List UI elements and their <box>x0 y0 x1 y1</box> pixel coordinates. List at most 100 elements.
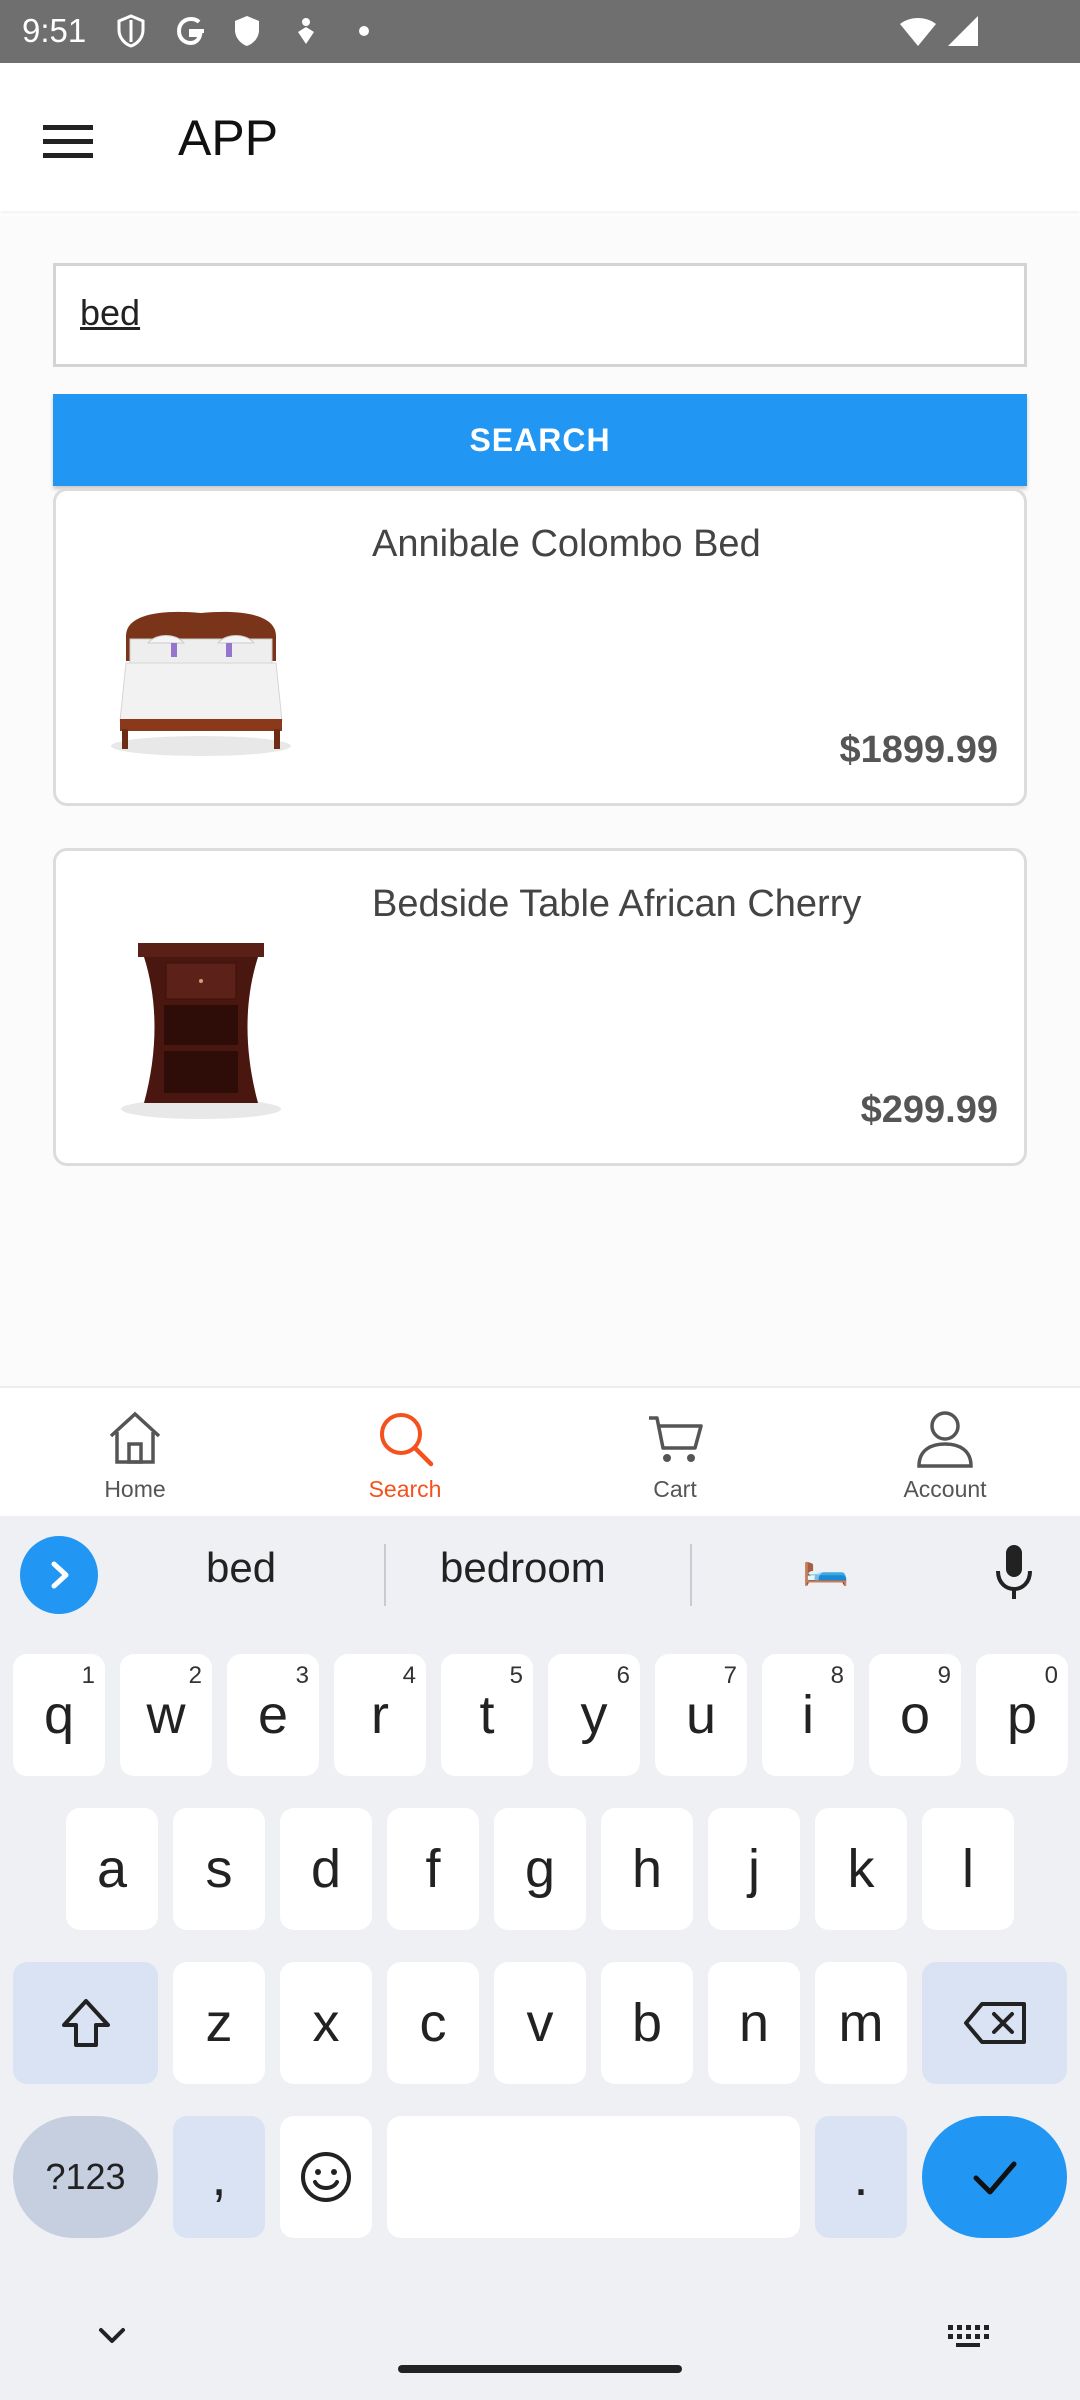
product-card[interactable]: Bedside Table African Cherry $299.99 <box>53 848 1027 1166</box>
key-label: t <box>479 1685 495 1745</box>
keyboard-switch-button[interactable] <box>944 2312 992 2360</box>
key-r[interactable]: r4 <box>334 1654 426 1776</box>
wifi-icon <box>898 14 938 48</box>
key-label: h <box>631 1839 663 1899</box>
key-hint: 3 <box>295 1662 309 1689</box>
app-bar: APP <box>0 63 1080 211</box>
key-label: d <box>310 1839 342 1899</box>
key-j[interactable]: j <box>708 1808 800 1930</box>
key-label: a <box>96 1839 128 1899</box>
key-q[interactable]: q1 <box>13 1654 105 1776</box>
chevron-down-icon <box>99 2328 125 2343</box>
keyboard-icon <box>948 2325 989 2347</box>
key-label: , <box>211 2147 227 2207</box>
nav-search-label: Search <box>368 1476 442 1502</box>
key-k[interactable]: k <box>815 1808 907 1930</box>
spacebar-key[interactable] <box>387 2116 800 2238</box>
key-label: v <box>526 1993 554 2053</box>
nav-home-label: Home <box>104 1476 166 1502</box>
key-z[interactable]: z <box>173 1962 265 2084</box>
shift-key[interactable] <box>13 1962 158 2084</box>
symbols-key[interactable]: ?123 <box>13 2116 158 2238</box>
emoji-key[interactable] <box>280 2116 372 2238</box>
hide-keyboard-button[interactable] <box>88 2312 136 2360</box>
suggestion-3-emoji[interactable]: 🛏️ <box>802 1544 849 1588</box>
key-label: w <box>146 1685 186 1745</box>
key-c[interactable]: c <box>387 1962 479 2084</box>
product-name: Annibale Colombo Bed <box>372 523 761 565</box>
key-f[interactable]: f <box>387 1808 479 1930</box>
key-d[interactable]: d <box>280 1808 372 1930</box>
nav-cart[interactable]: Cart <box>540 1388 810 1518</box>
shield-badge-icon <box>232 14 262 48</box>
key-v[interactable]: v <box>494 1962 586 2084</box>
search-button[interactable]: SEARCH <box>53 394 1027 486</box>
shift-icon <box>61 1999 110 2047</box>
key-label: i <box>802 1685 814 1745</box>
key-label: o <box>899 1685 931 1745</box>
key-hint: 7 <box>723 1662 737 1689</box>
product-name: Bedside Table African Cherry <box>372 883 862 925</box>
fitness-icon <box>292 14 320 48</box>
product-price: $299.99 <box>860 1089 998 1131</box>
key-p[interactable]: p0 <box>976 1654 1068 1776</box>
expand-suggestions-button[interactable] <box>20 1536 98 1614</box>
key-label: s <box>205 1839 233 1899</box>
key-h[interactable]: h <box>601 1808 693 1930</box>
key-hint: 0 <box>1044 1662 1058 1689</box>
product-price: $1899.99 <box>839 729 999 771</box>
key-label: b <box>631 1993 663 2053</box>
key-label: l <box>962 1839 974 1899</box>
status-time: 9:51 <box>22 12 87 49</box>
key-label: z <box>205 1993 233 2053</box>
period-key[interactable]: . <box>815 2116 907 2238</box>
nav-home[interactable]: Home <box>0 1388 270 1518</box>
menu-button[interactable] <box>30 103 106 179</box>
key-label: e <box>257 1685 289 1745</box>
shield-icon <box>116 14 146 48</box>
product-image-bed <box>86 521 316 781</box>
key-a[interactable]: a <box>66 1808 158 1930</box>
key-u[interactable]: u7 <box>655 1654 747 1776</box>
key-g[interactable]: g <box>494 1808 586 1930</box>
key-label: f <box>425 1839 441 1899</box>
search-input[interactable]: bed <box>53 263 1027 367</box>
key-x[interactable]: x <box>280 1962 372 2084</box>
comma-key[interactable]: , <box>173 2116 265 2238</box>
key-s[interactable]: s <box>173 1808 265 1930</box>
enter-key[interactable] <box>922 2116 1067 2238</box>
key-b[interactable]: b <box>601 1962 693 2084</box>
key-y[interactable]: y6 <box>548 1654 640 1776</box>
product-card[interactable]: Annibale Colombo Bed $1899.99 <box>53 488 1027 806</box>
gesture-nav-handle[interactable] <box>398 2365 682 2373</box>
key-label: g <box>524 1839 556 1899</box>
signal-icon <box>946 14 980 48</box>
key-label: ?123 <box>45 2156 126 2197</box>
key-label: c <box>419 1993 447 2053</box>
chevron-right-icon <box>51 1561 69 1589</box>
product-image-bedside-table <box>86 881 316 1141</box>
key-w[interactable]: w2 <box>120 1654 212 1776</box>
key-n[interactable]: n <box>708 1962 800 2084</box>
key-label: q <box>43 1685 75 1745</box>
backspace-key[interactable] <box>922 1962 1067 2084</box>
nav-account[interactable]: Account <box>810 1388 1080 1518</box>
nav-search[interactable]: Search <box>270 1388 540 1518</box>
key-m[interactable]: m <box>815 1962 907 2084</box>
voice-input-button[interactable] <box>990 1540 1038 1606</box>
key-t[interactable]: t5 <box>441 1654 533 1776</box>
suggestion-2[interactable]: bedroom <box>440 1544 606 1592</box>
key-i[interactable]: i8 <box>762 1654 854 1776</box>
app-title: APP <box>178 110 279 166</box>
key-label: . <box>853 2147 869 2207</box>
suggestion-strip: bed bedroom 🛏️ <box>0 1516 1080 1628</box>
key-label: y <box>580 1685 608 1745</box>
google-icon <box>174 14 208 48</box>
key-label: x <box>312 1993 340 2053</box>
key-o[interactable]: o9 <box>869 1654 961 1776</box>
key-hint: 6 <box>616 1662 630 1689</box>
key-l[interactable]: l <box>922 1808 1014 1930</box>
suggestion-1[interactable]: bed <box>206 1544 276 1592</box>
search-input-value: bed <box>80 292 141 333</box>
key-e[interactable]: e3 <box>227 1654 319 1776</box>
